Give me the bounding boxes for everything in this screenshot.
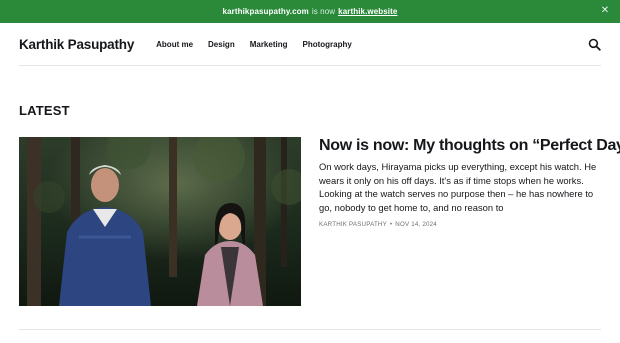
main-nav: About me Design Marketing Photography [156,40,352,49]
old-domain-text: karthikpasupathy.com [222,7,309,16]
post-meta: Karthik Pasupathy • Nov 14, 2024 [319,221,601,228]
nav-item-photography[interactable]: Photography [303,40,352,49]
post-author[interactable]: Karthik Pasupathy [319,221,387,228]
meta-separator: • [389,221,393,228]
search-icon[interactable] [588,38,601,51]
section-title: LATEST [19,103,70,118]
banner-connector-text: is now [311,7,336,16]
post-title[interactable]: Now is now: My thoughts on “Perfect Days… [319,136,620,155]
site-header: Karthik Pasupathy About me Design Market… [19,23,601,66]
feature-image-illustration [19,137,301,306]
post-excerpt: On work days, Hirayama picks up everythi… [319,161,597,213]
section-divider [19,329,601,330]
post-card: Now is now: My thoughts on “Perfect Days… [319,136,620,228]
domain-change-banner: karthikpasupathy.com is now karthik.webs… [0,0,620,23]
post-date: Nov 14, 2024 [395,221,437,228]
new-domain-link[interactable]: karthik.website [338,7,397,16]
feature-image[interactable] [19,137,301,306]
nav-item-design[interactable]: Design [208,40,235,49]
nav-item-marketing[interactable]: Marketing [250,40,288,49]
close-icon[interactable]: ✕ [599,5,611,17]
nav-item-about-me[interactable]: About me [156,40,193,49]
site-logo[interactable]: Karthik Pasupathy [19,37,134,52]
